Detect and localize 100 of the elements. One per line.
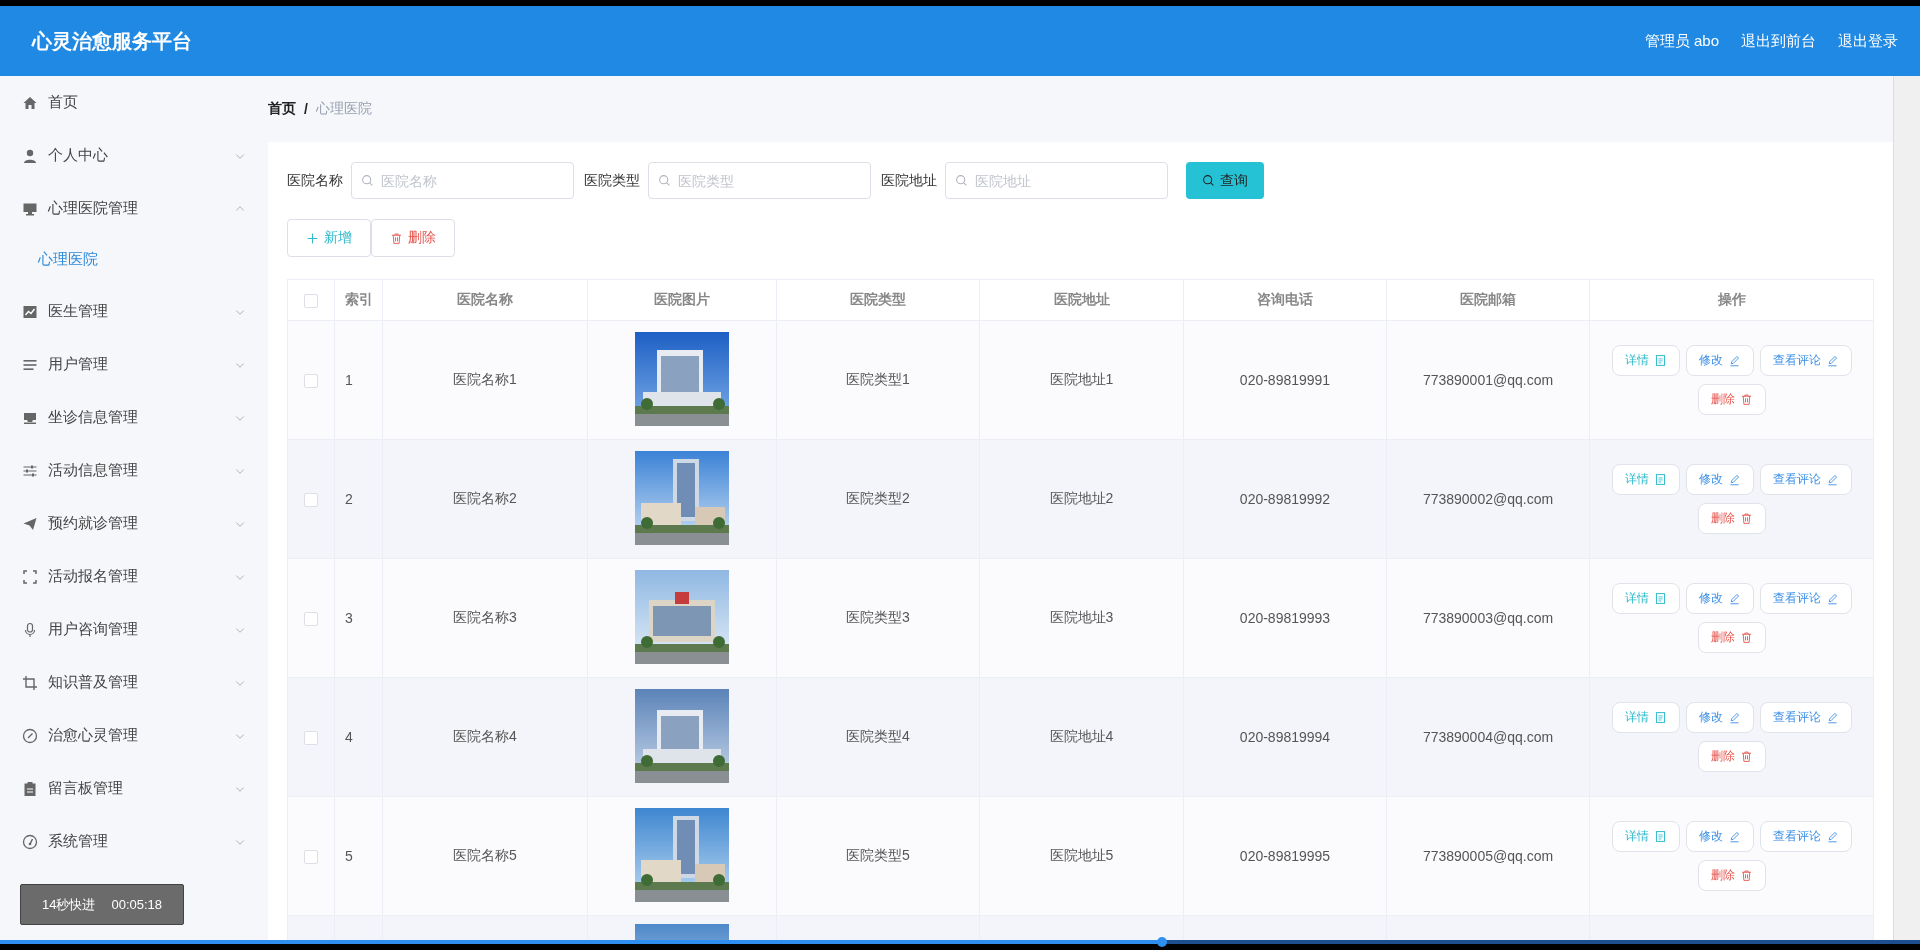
pencil-icon (1825, 354, 1839, 367)
detail-button[interactable]: 详情 (1611, 583, 1680, 614)
pencil-icon (1825, 592, 1839, 605)
delete-button[interactable]: 删除 (1697, 384, 1766, 415)
table-cell: 医院地址3 (979, 558, 1184, 678)
table-cell: 020-89819992 (1183, 439, 1387, 559)
sidebar-item[interactable]: 个人中心 (0, 129, 268, 182)
search-button[interactable]: 查询 (1186, 162, 1264, 199)
user-label: 管理员 abo (1644, 31, 1719, 51)
delete-button[interactable]: 删除 (1697, 741, 1766, 772)
trash-icon (390, 231, 403, 245)
sidebar-item[interactable]: 系统管理 (0, 815, 268, 868)
table-cell: 医院类型5 (776, 796, 980, 916)
table-cell: 773890003@qq.com (1386, 558, 1590, 678)
sidebar-item[interactable]: 医生管理 (0, 285, 268, 338)
checkbox[interactable] (304, 374, 318, 389)
field-label: 医院地址 (881, 171, 937, 190)
pencil-icon (1825, 830, 1839, 843)
sidebar-item[interactable]: 留言板管理 (0, 762, 268, 815)
document-icon (1653, 592, 1667, 605)
trash-icon (1739, 631, 1753, 644)
edit-button[interactable]: 修改 (1685, 583, 1754, 614)
comment-button[interactable]: 查看评论 (1759, 583, 1852, 614)
table-cell: 020-89819993 (1183, 558, 1387, 678)
search-field[interactable]: 医院名称 (351, 162, 574, 199)
document-icon (1653, 473, 1667, 486)
header-link[interactable]: 退出到前台 (1741, 31, 1816, 51)
table-cell: 4 (334, 677, 383, 797)
edit-button[interactable]: 修改 (1685, 702, 1754, 733)
table-cell: 2 (334, 439, 383, 559)
edit-button[interactable]: 修改 (1685, 345, 1754, 376)
pencil-icon (1727, 473, 1741, 486)
table-cell: 1 (334, 320, 383, 440)
table-cell: 773890005@qq.com (1386, 796, 1590, 916)
plus-icon (306, 231, 319, 245)
sidebar-item[interactable]: 用户管理 (0, 338, 268, 391)
table-cell: 773890001@qq.com (1386, 320, 1590, 440)
search-icon (361, 174, 374, 187)
header-link[interactable]: 退出登录 (1838, 31, 1898, 51)
detail-button[interactable]: 详情 (1611, 821, 1680, 852)
edit-button[interactable]: 修改 (1685, 821, 1754, 852)
sidebar-item[interactable]: 预约就诊管理 (0, 497, 268, 550)
sidebar-item[interactable]: 坐诊信息管理 (0, 391, 268, 444)
sidebar-item[interactable]: 活动信息管理 (0, 444, 268, 497)
seek-handle[interactable] (1156, 937, 1167, 947)
sidebar-item[interactable]: 知识普及管理 (0, 656, 268, 709)
table-cell: 5 (334, 796, 383, 916)
sidebar-item[interactable]: 治愈心灵管理 (0, 709, 268, 762)
document-icon (1653, 711, 1667, 724)
comment-button[interactable]: 查看评论 (1759, 464, 1852, 495)
table-cell: 医院名称2 (382, 439, 588, 559)
table-cell: 医院类型3 (776, 558, 980, 678)
detail-button[interactable]: 详情 (1611, 464, 1680, 495)
document-icon (1653, 354, 1667, 367)
search-field[interactable]: 医院类型 (648, 162, 871, 199)
sidebar-item[interactable]: 活动报名管理 (0, 550, 268, 603)
checkbox[interactable] (304, 493, 318, 508)
table-cell: 医院名称3 (382, 558, 588, 678)
pencil-icon (1727, 711, 1741, 724)
compass-icon (22, 727, 38, 744)
edit-button[interactable]: 修改 (1685, 464, 1754, 495)
column-header: 医院图片 (587, 279, 777, 321)
checkbox[interactable] (304, 850, 318, 865)
table-cell: 医院类型1 (776, 320, 980, 440)
pencil-icon (1727, 354, 1741, 367)
table-cell: 医院地址5 (979, 796, 1184, 916)
pencil-icon (1825, 711, 1839, 724)
checkbox[interactable] (304, 612, 318, 627)
document-icon (1653, 830, 1667, 843)
checkbox[interactable] (304, 731, 318, 746)
comment-button[interactable]: 查看评论 (1759, 702, 1852, 733)
submenu-item[interactable]: 心理医院 (0, 235, 268, 285)
breadcrumb-item[interactable]: 首页 (268, 100, 296, 118)
player-label: 14秒快进 (41, 895, 96, 914)
comment-button[interactable]: 查看评论 (1759, 821, 1852, 852)
checkbox[interactable] (304, 294, 318, 309)
detail-button[interactable]: 详情 (1611, 702, 1680, 733)
table-cell: 医院地址4 (979, 677, 1184, 797)
player-time: 00:05:18 (111, 897, 163, 912)
search-field[interactable]: 医院地址 (945, 162, 1168, 199)
table-cell: 773890004@qq.com (1386, 677, 1590, 797)
delete-button[interactable]: 删除 (1697, 503, 1766, 534)
add-button[interactable]: 新增 (287, 219, 371, 257)
table-cell: 020-89819991 (1183, 320, 1387, 440)
column-header: 医院地址 (979, 279, 1184, 321)
pencil-icon (1727, 830, 1741, 843)
scrollbar[interactable] (1893, 76, 1920, 940)
comment-button[interactable]: 查看评论 (1759, 345, 1852, 376)
trash-icon (1739, 750, 1753, 763)
delete-button[interactable]: 删除 (1697, 860, 1766, 891)
pencil-icon (1727, 592, 1741, 605)
delete-button[interactable]: 删除 (371, 219, 455, 257)
scan-icon (22, 568, 38, 585)
field-label: 医院名称 (287, 171, 343, 190)
delete-button[interactable]: 删除 (1697, 622, 1766, 653)
detail-button[interactable]: 详情 (1611, 345, 1680, 376)
table-cell: 医院名称5 (382, 796, 588, 916)
sidebar-item[interactable]: 首页 (0, 76, 268, 129)
sidebar-item[interactable]: 心理医院管理 (0, 182, 268, 235)
sidebar-item[interactable]: 用户咨询管理 (0, 603, 268, 656)
